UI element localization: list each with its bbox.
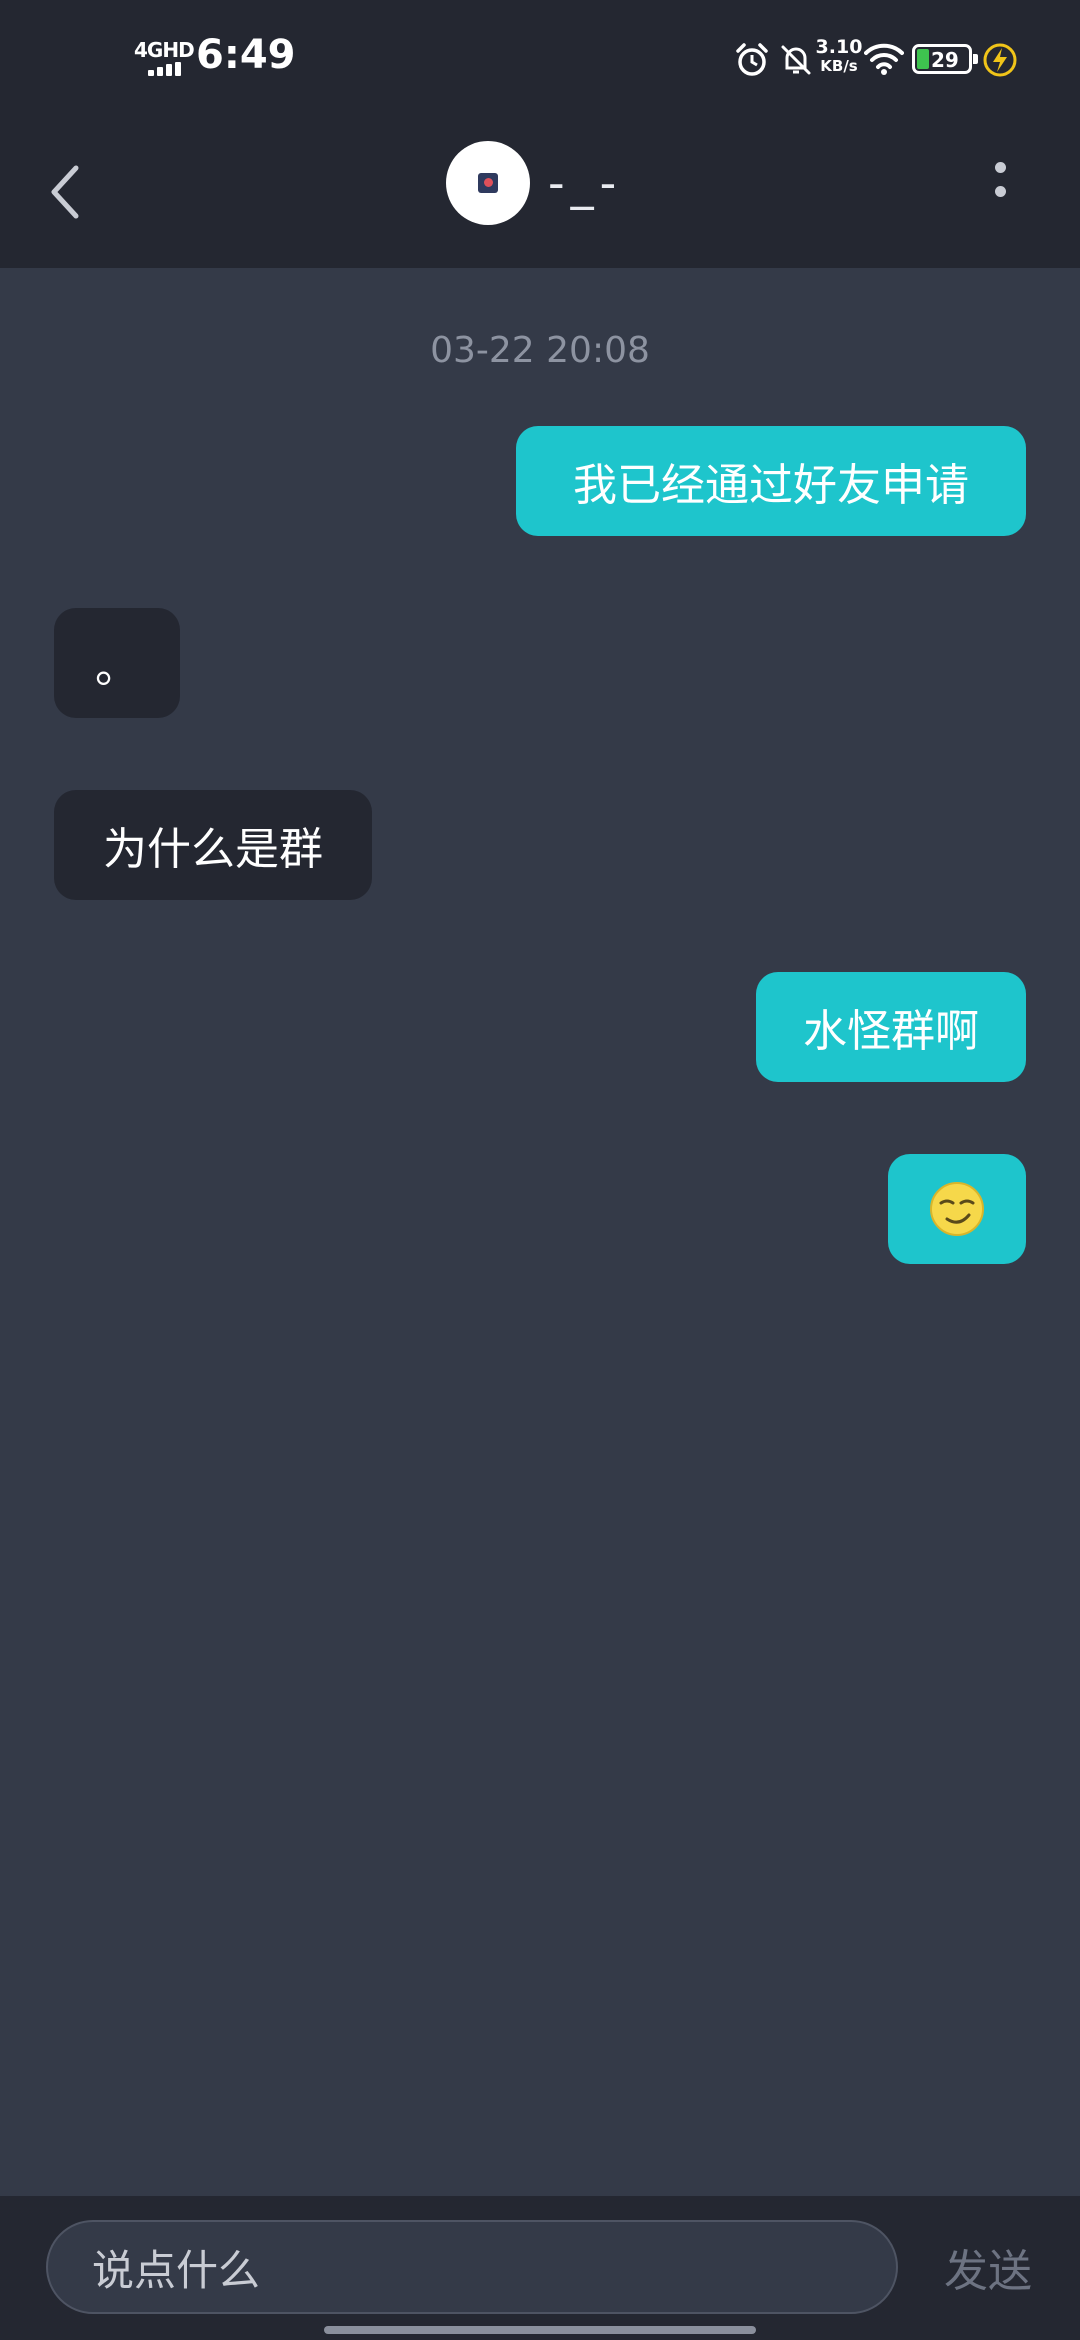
message-input[interactable]: 说点什么 xyxy=(46,2220,898,2314)
send-button[interactable]: 发送 xyxy=(944,2220,1032,2314)
speed-unit: KB/s xyxy=(820,57,858,75)
outgoing-message[interactable]: 我已经通过好友申请 xyxy=(516,426,1026,536)
message-text: 水怪群啊 xyxy=(803,1006,979,1057)
wifi-icon xyxy=(864,43,904,75)
composer-bar: 说点什么 发送 xyxy=(0,2196,1080,2340)
avatar[interactable] xyxy=(446,141,530,225)
outgoing-message[interactable]: 水怪群啊 xyxy=(756,972,1026,1082)
home-indicator[interactable] xyxy=(324,2326,756,2334)
back-button[interactable] xyxy=(36,154,96,230)
charge-icon xyxy=(983,43,1017,77)
incoming-message[interactable]: 。 xyxy=(54,608,180,718)
battery-icon: 29 xyxy=(912,44,978,74)
contact-info[interactable]: -_- xyxy=(446,140,622,226)
battery-level: 29 xyxy=(931,48,959,72)
message-list[interactable]: 03-22 20:08 我已经通过好友申请 。 为什么是群 水怪群啊 xyxy=(0,268,1080,2196)
signal-icon: 4GHD xyxy=(134,38,195,78)
network-type: 4GHD xyxy=(134,38,195,62)
network-speed: 3.10 KB/s xyxy=(814,38,864,90)
clock: 6:49 xyxy=(196,32,296,78)
message-text: 。 xyxy=(95,642,139,693)
outgoing-emoji-message[interactable] xyxy=(888,1154,1026,1264)
chat-header: -_- xyxy=(0,118,1080,268)
smirk-emoji-icon xyxy=(930,1182,984,1236)
message-input-placeholder: 说点什么 xyxy=(92,2245,261,2295)
more-options-icon[interactable] xyxy=(980,152,1020,232)
message-text: 为什么是群 xyxy=(103,824,323,875)
speed-value: 3.10 xyxy=(815,36,863,58)
alarm-icon xyxy=(736,43,768,76)
mute-icon xyxy=(781,45,811,75)
message-timestamp: 03-22 20:08 xyxy=(430,330,650,371)
incoming-message[interactable]: 为什么是群 xyxy=(54,790,372,900)
status-bar: 4GHD 6:49 3.10 KB/s 29 xyxy=(0,0,1080,118)
contact-name: -_- xyxy=(548,156,623,210)
chat-screen: 4GHD 6:49 3.10 KB/s 29 -_- 03-22 20:08 我… xyxy=(0,0,1080,2340)
message-text: 我已经通过好友申请 xyxy=(573,460,969,511)
